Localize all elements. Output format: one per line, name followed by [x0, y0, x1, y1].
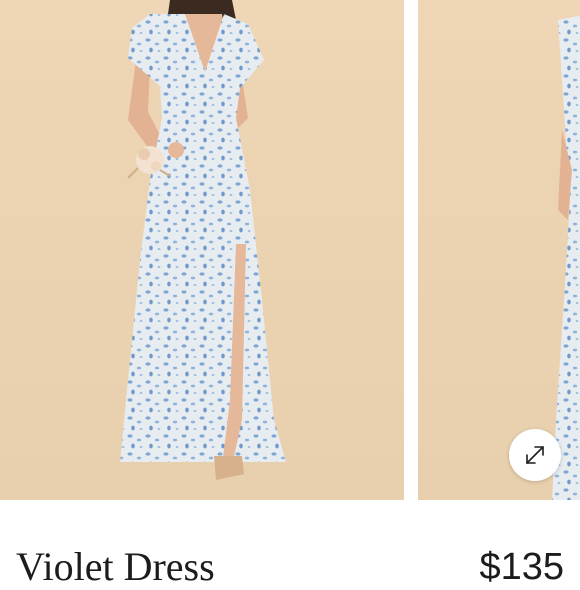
dress-photo-front	[0, 0, 404, 500]
expand-arrows-icon	[526, 446, 544, 464]
product-image-gallery[interactable]	[0, 0, 580, 500]
product-price: $135	[479, 546, 564, 588]
expand-image-button[interactable]	[509, 429, 561, 481]
product-image-side[interactable]	[418, 0, 580, 500]
dress-photo-side	[418, 0, 580, 500]
product-name: Violet Dress	[16, 544, 215, 589]
product-info: Violet Dress $135	[0, 500, 580, 589]
product-image-front[interactable]	[0, 0, 404, 500]
